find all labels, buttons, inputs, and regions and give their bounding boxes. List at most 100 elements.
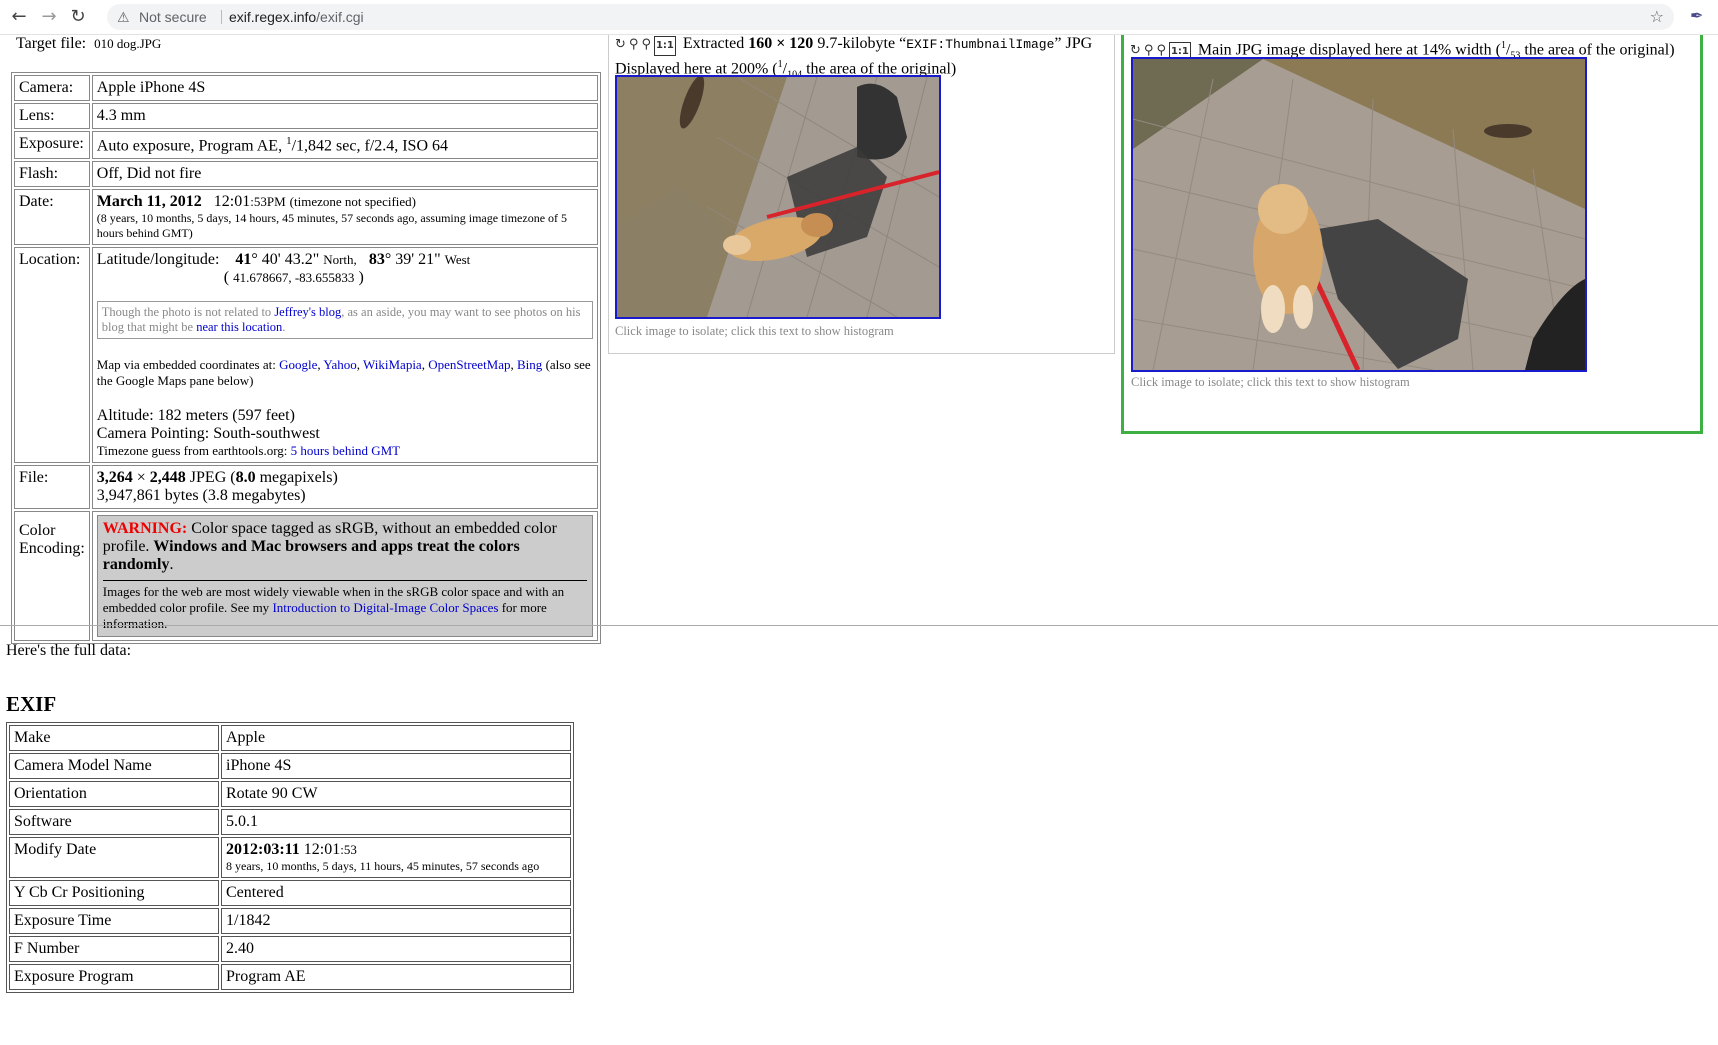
table-row: Y Cb Cr Positioning Centered [9, 880, 571, 906]
file-bytes: 3,947,861 bytes (3.8 megabytes) [96, 487, 306, 505]
warning-bold: Windows and Mac browsers and apps treat … [102, 538, 520, 574]
blog-aside: Though the photo is not related to Jeffr… [96, 301, 593, 340]
table-row: F Number 2.40 [9, 936, 571, 962]
arrow-left-icon[interactable]: ← [8, 6, 30, 28]
table-row: Software 5.0.1 [9, 809, 571, 835]
arrow-right-icon[interactable]: → [38, 6, 60, 28]
summary-table: Camera: Apple iPhone 4S Lens: 4.3 mm Exp… [11, 72, 601, 645]
url-text[interactable]: exif.regex.info/exif.cgi [229, 4, 364, 30]
summary-row-camera: Camera: Apple iPhone 4S [14, 75, 598, 101]
lon-rest: ° 39' 21" [384, 251, 441, 269]
exif-key: Camera Model Name [9, 753, 219, 779]
summary-row-flash: Flash: Off, Did not fire [14, 161, 598, 188]
openstreetmap-link[interactable]: OpenStreetMap [428, 357, 510, 372]
address-bar[interactable]: ⚠ Not secure exif.regex.info/exif.cgi ☆ [107, 4, 1674, 30]
exif-value: 1/1842 [221, 908, 571, 934]
main-image[interactable] [1131, 57, 1587, 372]
date-time: 12:01 [213, 193, 251, 211]
timezone-text: Timezone guess from earthtools.org: [96, 443, 291, 459]
zoom-controls: ↻ ⚲ ⚲ 1:1 [615, 36, 679, 56]
exif-value: 5.0.1 [221, 809, 571, 835]
wikimapia-map-link[interactable]: WikiMapia [363, 357, 422, 372]
summary-row-exposure: Exposure: Auto exposure, Program AE, 1/1… [14, 131, 598, 160]
table-row: Exposure Program Program AE [9, 964, 571, 990]
summary-value: Latitude/longitude: 41° 40' 43.2" North,… [91, 247, 598, 464]
star-icon[interactable]: ☆ [1650, 4, 1664, 30]
summary-key: Lens: [14, 103, 90, 129]
modify-date-ago: 8 years, 10 months, 5 days, 11 hours, 45… [226, 859, 540, 873]
lat-rest: ° 40' 43.2" [251, 251, 320, 269]
camera-pointing: Camera Pointing: South-southwest [96, 425, 320, 443]
main-caption-text: Main JPG image displayed here at 14% wid… [1197, 41, 1501, 59]
date-seconds: :53PM [250, 194, 286, 210]
security-label[interactable]: Not secure [139, 4, 207, 30]
actual-size-icon[interactable]: 1:1 [653, 36, 676, 56]
thumb-dims: 160 × 120 [748, 35, 814, 52]
near-location-link[interactable]: near this location [196, 320, 282, 334]
timezone-link[interactable]: 5 hours behind GMT [291, 443, 400, 458]
exif-value: 2.40 [221, 936, 571, 962]
thumb-frac-num: 1 [777, 59, 783, 70]
map-links: Map via embedded coordinates at: Google,… [96, 357, 591, 389]
map-prefix: Map via embedded coordinates at: [96, 357, 280, 373]
thumbnail-photo [617, 77, 939, 317]
decimal-coords-text: 41.678667, -83.655833 [233, 270, 355, 286]
thumbnail-image[interactable] [615, 75, 941, 319]
summary-key: Camera: [14, 75, 90, 101]
yahoo-map-link[interactable]: Yahoo [323, 357, 356, 372]
summary-value: WARNING: Color space tagged as sRGB, wit… [91, 511, 598, 642]
reload-icon[interactable]: ↻ [67, 6, 89, 28]
date-bold: March 11, 2012 [96, 193, 202, 211]
thumb-tag: EXIF:ThumbnailImage [906, 37, 1055, 52]
summary-value: Apple iPhone 4S [91, 75, 598, 101]
thumbnail-histogram-link[interactable]: Click image to isolate; click this text … [615, 324, 894, 339]
summary-key: Color Encoding: [14, 511, 90, 642]
aside-text: . [282, 320, 286, 335]
lat-deg: 41 [235, 251, 252, 269]
exif-heading: EXIF [6, 692, 57, 716]
target-file: Target file: 010 dog.JPG [16, 35, 161, 53]
warning-end: . [169, 556, 174, 574]
color-spaces-link[interactable]: Introduction to Digital-Image Color Spac… [272, 600, 498, 615]
browser-toolbar: ← → ↻ ⚠ Not secure exif.regex.info/exif.… [0, 0, 1718, 35]
eyedropper-icon[interactable]: ✒ [1690, 6, 1703, 25]
exif-value: Program AE [221, 964, 571, 990]
exif-key: Y Cb Cr Positioning [9, 880, 219, 906]
table-row: Orientation Rotate 90 CW [9, 781, 571, 807]
exif-table: Make Apple Camera Model Name iPhone 4S Ori… [6, 722, 574, 993]
reset-zoom-icon[interactable]: ↻ [615, 36, 626, 54]
main-histogram-link[interactable]: Click image to isolate; click this text … [1131, 375, 1410, 390]
summary-key: File: [14, 465, 90, 510]
bing-map-link[interactable]: Bing [517, 357, 542, 372]
exif-value: Centered [221, 880, 571, 906]
jeffreys-blog-link[interactable]: Jeffrey's blog [274, 305, 341, 319]
zoom-out-icon[interactable]: ⚲ [629, 36, 639, 54]
google-map-link[interactable]: Google [279, 357, 317, 372]
exif-key: Software [9, 809, 219, 835]
date-ago: (8 years, 10 months, 5 days, 14 hours, 4… [96, 211, 568, 241]
target-file-name: 010 dog.JPG [94, 36, 162, 51]
file-megapixels: 8.0 [235, 469, 256, 487]
modify-date-bold: 2012:03:11 [226, 841, 300, 858]
color-warning-box: WARNING: Color space tagged as sRGB, wit… [96, 515, 593, 638]
exif-key: F Number [9, 936, 219, 962]
summary-value: Off, Did not fire [91, 161, 598, 188]
warning-icon[interactable]: ⚠ [117, 4, 130, 30]
exif-key: Orientation [9, 781, 219, 807]
date-timezone: (timezone not specified) [289, 194, 416, 210]
summary-row-file: File: 3,264 × 2,448 JPEG (8.0 megapixels… [14, 465, 598, 510]
zoom-in-icon[interactable]: ⚲ [641, 36, 651, 54]
thumb-text: Extracted [682, 35, 749, 52]
divider [0, 625, 1718, 626]
main-image-panel: ↻ ⚲ ⚲ 1:1 Main JPG image displayed here at … [1121, 35, 1703, 434]
summary-value: March 11, 2012 12:01:53PM (timezone not … [91, 189, 598, 246]
file-mp-unit: megapixels) [255, 469, 338, 487]
exif-value: Rotate 90 CW [221, 781, 571, 807]
exposure-text: Auto exposure, Program AE, [96, 137, 287, 155]
modify-date-time: 12:01 [299, 841, 341, 858]
exif-value: Apple [221, 725, 571, 751]
lat-dir: North, [323, 252, 357, 268]
latlon: Latitude/longitude: 41° 40' 43.2" North,… [97, 251, 593, 269]
exif-key: Make [9, 725, 219, 751]
file-dims: 3,264 × 2,448 JPEG (8.0 megapixels) [97, 469, 593, 487]
